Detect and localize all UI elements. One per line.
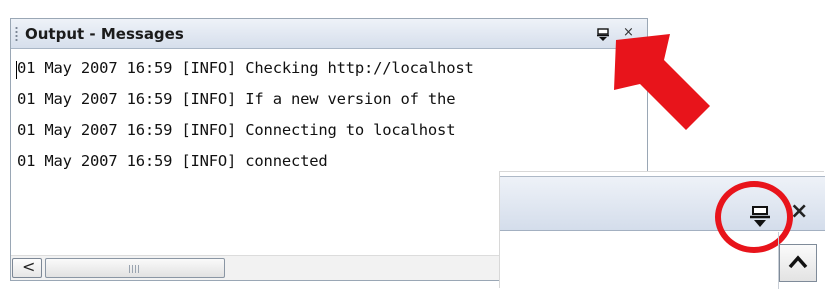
- scrollbar-thumb[interactable]: [45, 258, 225, 278]
- thumb-grip-icon: [129, 265, 139, 273]
- chevron-left-icon: <: [22, 257, 36, 276]
- log-line: 01 May 2007 16:59 [INFO] connected: [17, 152, 328, 170]
- log-line: 01 May 2007 16:59 [INFO] Connecting to l…: [17, 121, 456, 139]
- drag-grip-icon[interactable]: [15, 26, 18, 42]
- chevron-up-icon: [788, 255, 808, 269]
- red-arrow-annotation: [614, 34, 710, 130]
- zoomed-inset: ×: [500, 172, 825, 289]
- red-circle-annotation: [715, 181, 793, 253]
- window-title: Output - Messages: [25, 25, 184, 43]
- scroll-up-button[interactable]: [779, 244, 817, 282]
- log-line: 01 May 2007 16:59 [INFO] Checking http:/…: [17, 59, 474, 77]
- scroll-left-button[interactable]: <: [12, 257, 42, 278]
- pin-icon[interactable]: [597, 28, 609, 42]
- window-title-bar[interactable]: Output - Messages ×: [11, 19, 647, 49]
- log-line: 01 May 2007 16:59 [INFO] If a new versio…: [17, 90, 456, 108]
